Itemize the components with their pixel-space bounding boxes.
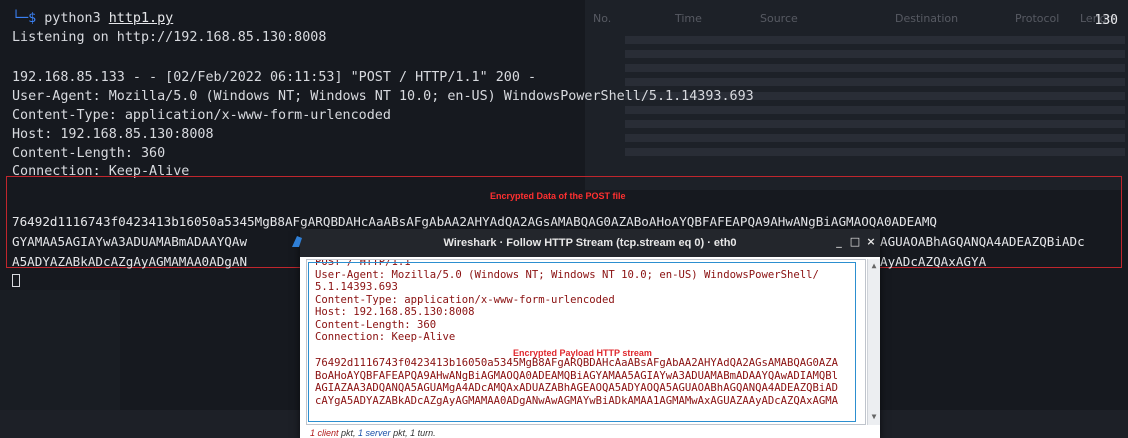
stream-annotation: Encrypted Payload HTTP stream (513, 348, 652, 358)
terminal-output: └─$ python3 http1.py Listening on http:/… (0, 0, 1128, 179)
stream-line-request: POST / HTTP/1.1 (315, 259, 411, 268)
close-icon[interactable]: × (864, 235, 878, 249)
maximize-icon[interactable]: □ (848, 235, 862, 249)
header-content-length: Content-Length: 360 (12, 146, 166, 161)
window-titlebar[interactable]: Wireshark · Follow HTTP Stream (tcp.stre… (292, 229, 880, 257)
command-text: python3 (44, 11, 101, 26)
stream-payload-line: cAYgA5ADYAZABkADcAZgAyAGMAMAA0ADgANwAwAG… (315, 395, 838, 407)
payload-line-3: A5ADYAZABkADcAZgAyAGMAMAA0ADgAN (12, 254, 248, 269)
terminal-cursor (12, 274, 20, 287)
minimize-icon[interactable]: _ (832, 235, 846, 249)
payload-line-2: GYAMAA5AGIAYwA3ADUAMABmADAAYQAw (12, 234, 248, 249)
payload-tail-3: AyADcAZQAxAGYA (880, 254, 987, 269)
listening-line: Listening on http://192.168.85.130:8008 (12, 30, 327, 45)
stream-payload-line: BoAHoAYQBFAFEAPQA9AHwANgBiAGMAOQA0ADEAMQ… (315, 370, 838, 382)
stream-payload-line: 76492d1116743f0423413b16050a5345MgB8AFgA… (315, 357, 838, 369)
follow-stream-window: Wireshark · Follow HTTP Stream (tcp.stre… (292, 229, 880, 438)
prompt-line: └─$ python3 http1.py (12, 10, 173, 28)
scroll-up-icon[interactable]: ▲ (870, 262, 878, 270)
header-host: Host: 192.168.85.130:8008 (12, 127, 214, 142)
stream-line-user-agent: User-Agent: Mozilla/5.0 (Windows NT; Win… (315, 269, 819, 281)
server-packets: 1 server (358, 428, 391, 438)
window-title: Wireshark · Follow HTTP Stream (tcp.stre… (443, 237, 737, 249)
stream-line-connection: Connection: Keep-Alive (315, 331, 456, 343)
status-sep: pkt, (338, 428, 359, 438)
stream-summary: 1 client pkt, 1 server pkt, 1 turn. (310, 428, 436, 438)
header-content-type: Content-Type: application/x-www-form-url… (12, 108, 391, 123)
payload-tail-2: AGUAOABhAGQANQA4ADEAZQBiADc (880, 234, 1085, 249)
stream-text-area[interactable]: POST / HTTP/1.1 User-Agent: Mozilla/5.0 … (306, 259, 866, 425)
request-line: 192.168.85.133 - - [02/Feb/2022 06:11:53… (12, 70, 537, 85)
stream-line-version: 5.1.14393.693 (315, 281, 398, 293)
stream-scrollbar[interactable]: ▲ ▼ (867, 259, 880, 425)
stream-line-content-type: Content-Type: application/x-www-form-url… (315, 294, 615, 306)
packet-counter: 130 (1094, 13, 1118, 28)
header-user-agent: User-Agent: Mozilla/5.0 (Windows NT; Win… (12, 89, 754, 104)
post-data-annotation: Encrypted Data of the POST file (490, 191, 626, 201)
command-file: http1.py (108, 11, 174, 26)
stream-line-host: Host: 192.168.85.130:8008 (315, 306, 475, 318)
background-side-panel (0, 290, 120, 430)
payload-line-1: 76492d1116743f0423413b16050a5345MgB8AFgA… (12, 214, 938, 229)
status-turns: pkt, 1 turn. (390, 428, 436, 438)
client-packets: 1 client (310, 428, 339, 438)
stream-line-content-length: Content-Length: 360 (315, 319, 437, 331)
prompt-symbol: └─$ (12, 11, 37, 26)
scroll-down-icon[interactable]: ▼ (870, 413, 878, 421)
stream-payload-line: AGIAZAA3ADQANQA5AGUAMgA4ADcAMQAxADUAZABh… (315, 382, 838, 394)
